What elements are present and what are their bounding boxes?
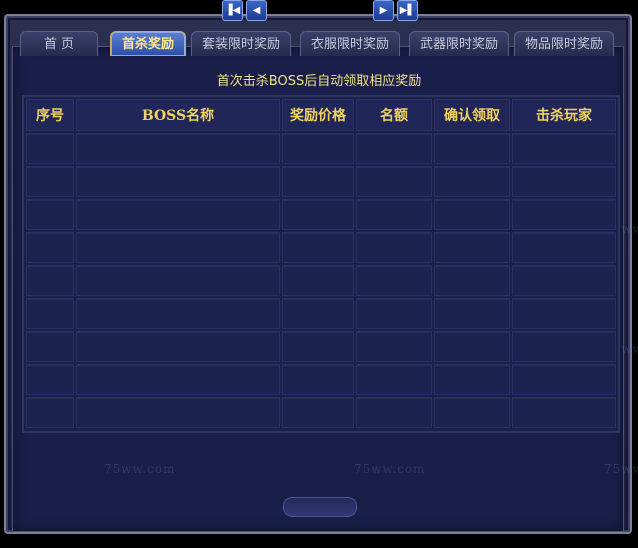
tab-first-kill-reward[interactable]: 首杀奖励 [110,31,186,56]
table-cell [356,166,432,197]
table-cell [434,265,510,296]
table-cell [26,397,74,428]
table-cell [512,199,616,230]
table-header-row: 序号 BOSS名称 奖励价格 名额 确认领取 击杀玩家 [26,99,616,131]
table-cell [76,232,280,263]
table-cell [512,166,616,197]
table-cell [356,331,432,362]
table-cell [282,199,354,230]
table-cell [26,232,74,263]
table-cell [282,364,354,395]
table-cell [282,166,354,197]
table-cell [512,133,616,164]
table-cell [434,232,510,263]
watermark: 75ww.com [354,462,426,476]
table-row [26,331,616,362]
table-cell [356,397,432,428]
table-cell [512,232,616,263]
table-row [26,199,616,230]
table-row [26,133,616,164]
prev-page-icon[interactable]: ◀ [246,0,267,21]
table-row [26,298,616,329]
page-number-input[interactable] [283,497,357,517]
table-row [26,364,616,395]
table-cell [282,265,354,296]
column-header-killer-player: 击杀玩家 [512,99,616,131]
table-cell [76,397,280,428]
table-cell [512,298,616,329]
tab-set-limited-reward[interactable]: 套装限时奖励 [191,31,291,56]
table-cell [76,364,280,395]
reward-table: 序号 BOSS名称 奖励价格 名额 确认领取 击杀玩家 [22,95,620,433]
tab-item-limited-reward[interactable]: 物品限时奖励 [514,31,614,56]
table-row [26,265,616,296]
table-cell [356,364,432,395]
table-cell [282,397,354,428]
table-cell [26,166,74,197]
table-cell [76,166,280,197]
table-cell [76,298,280,329]
table-cell [356,298,432,329]
column-header-reward-price: 奖励价格 [282,99,354,131]
column-header-confirm-claim: 确认领取 [434,99,510,131]
tab-clothing-limited-reward[interactable]: 衣服限时奖励 [300,31,400,56]
table-cell [26,331,74,362]
table-cell [282,298,354,329]
table-cell [76,265,280,296]
watermark: 75ww.com [604,462,638,476]
tab-home[interactable]: 首 页 [20,31,98,56]
column-header-boss-name: BOSS名称 [76,99,280,131]
table-cell [26,133,74,164]
table-row [26,397,616,428]
table-row [26,166,616,197]
table-cell [512,331,616,362]
table-cell [356,199,432,230]
table-cell [434,166,510,197]
table-row [26,232,616,263]
column-header-slots: 名额 [356,99,432,131]
table-cell [356,232,432,263]
table-cell [76,133,280,164]
table-cell [512,397,616,428]
table-cell [26,364,74,395]
table-cell [512,364,616,395]
table-cell [26,199,74,230]
table-cell [282,331,354,362]
table-cell [282,133,354,164]
table-cell [434,331,510,362]
table-cell [26,265,74,296]
table-cell [434,298,510,329]
first-kill-notice: 首次击杀BOSS后自动领取相应奖励 [216,74,422,89]
table-cell [434,199,510,230]
column-header-index: 序号 [26,99,74,131]
table-cell [356,133,432,164]
table-cell [512,265,616,296]
table-cell [356,265,432,296]
table-cell [434,133,510,164]
table-cell [434,397,510,428]
first-page-icon[interactable]: ▐◀ [222,0,243,21]
table-cell [76,199,280,230]
table-cell [282,232,354,263]
table-cell [434,364,510,395]
watermark: 75ww.com [104,462,176,476]
table-cell [26,298,74,329]
last-page-icon[interactable]: ▶▌ [397,0,418,21]
next-page-icon[interactable]: ▶ [373,0,394,21]
tab-weapon-limited-reward[interactable]: 武器限时奖励 [409,31,509,56]
table-cell [76,331,280,362]
